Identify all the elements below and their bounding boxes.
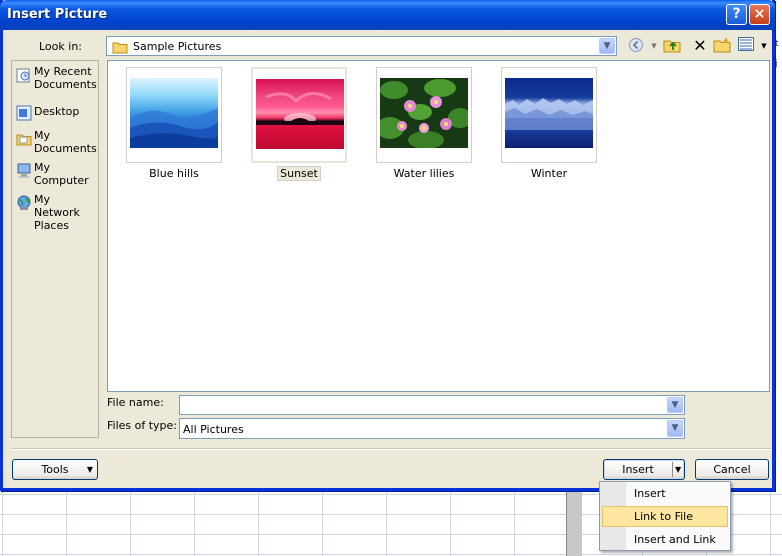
views-dropdown-icon[interactable]: ▼	[755, 37, 773, 55]
file-name-label: Winter	[530, 167, 568, 180]
recent-documents-icon	[16, 67, 32, 83]
winter-thumbnail	[505, 78, 593, 148]
new-folder-icon[interactable]	[713, 37, 731, 55]
blue-hills-thumbnail	[130, 78, 219, 148]
water-lilies-thumbnail	[376, 78, 472, 149]
look-in-value: Sample Pictures	[133, 40, 222, 53]
place-label: Desktop	[34, 105, 80, 118]
delete-icon[interactable]: ✕	[691, 37, 709, 55]
tools-button[interactable]: Tools ▼	[12, 459, 98, 480]
place-network-places[interactable]: My Network Places	[14, 193, 98, 232]
separator	[11, 448, 771, 450]
file-item-blue-hills[interactable]: Blue hills	[120, 67, 232, 187]
thumbnail-frame	[126, 67, 222, 163]
insert-picture-dialog: Insert Picture ? × Look in: Sample Pictu…	[0, 0, 775, 491]
dialog-toolbar: ▼ ✕ ▼	[625, 36, 773, 56]
back-dropdown-icon[interactable]: ▼	[645, 37, 663, 55]
file-item-sunset[interactable]: Sunset	[245, 67, 357, 187]
file-list[interactable]: Blue hills Sunset Water lilies Winter	[107, 60, 770, 392]
menu-item-insert-and-link[interactable]: Insert and Link	[602, 529, 728, 550]
files-of-type-label: Files of type:	[107, 419, 178, 432]
place-label: My Computer	[34, 161, 89, 187]
thumbnail-frame	[251, 67, 347, 163]
dialog-body: Look in: Sample Pictures ▼ ▼ ✕ ▼ My Rece…	[3, 30, 772, 488]
network-places-icon	[16, 195, 32, 211]
chevron-down-icon[interactable]: ▼	[667, 420, 683, 437]
insert-dropdown-arrow-icon[interactable]: ▼	[675, 460, 681, 479]
menu-item-insert[interactable]: Insert	[602, 483, 728, 504]
chevron-down-icon: ▼	[86, 465, 93, 474]
file-item-winter[interactable]: Winter	[495, 67, 607, 187]
thumbnail-frame	[376, 67, 472, 163]
look-in-label: Look in:	[39, 40, 82, 53]
file-name-label: Blue hills	[149, 167, 199, 180]
back-icon[interactable]	[627, 37, 645, 55]
files-of-type-value: All Pictures	[183, 423, 244, 436]
look-in-dropdown[interactable]: Sample Pictures ▼	[106, 36, 617, 56]
place-label: My Documents	[34, 129, 97, 155]
spreadsheet-scroll-strip	[566, 488, 582, 556]
cancel-button[interactable]: Cancel	[695, 459, 769, 480]
edge-text: j	[775, 59, 778, 69]
edge-text: t	[775, 39, 779, 49]
insert-options-menu: Insert Link to File Insert and Link	[599, 481, 731, 551]
dialog-title: Insert Picture	[7, 7, 108, 22]
views-icon[interactable]	[737, 37, 755, 55]
insert-button[interactable]: Insert ▼	[603, 459, 685, 480]
sunset-thumbnail	[256, 79, 344, 149]
up-one-level-icon[interactable]	[663, 37, 681, 55]
tools-button-label: Tools	[41, 463, 69, 476]
file-item-water-lilies[interactable]: Water lilies	[370, 67, 482, 187]
my-documents-icon	[16, 131, 32, 147]
place-my-documents[interactable]: My Documents	[14, 129, 98, 161]
places-bar: My Recent Documents Desktop My Documents…	[11, 60, 99, 438]
place-my-computer[interactable]: My Computer	[14, 161, 98, 193]
split-divider	[672, 462, 673, 477]
help-button[interactable]: ?	[726, 4, 747, 25]
menu-item-link-to-file[interactable]: Link to File	[602, 506, 728, 527]
folder-icon	[112, 40, 128, 57]
my-computer-icon	[16, 163, 32, 179]
close-button[interactable]: ×	[749, 4, 770, 25]
place-label: My Network Places	[34, 193, 80, 232]
file-name-label: Sunset	[245, 166, 353, 181]
file-name-label: File name:	[107, 396, 164, 409]
files-of-type-dropdown[interactable]: All Pictures ▼	[179, 418, 685, 439]
desktop-icon	[16, 105, 32, 121]
place-label: My Recent Documents	[34, 65, 97, 91]
chevron-down-icon[interactable]: ▼	[667, 397, 683, 413]
file-name-input[interactable]: ▼	[179, 395, 685, 415]
place-recent-documents[interactable]: My Recent Documents	[14, 65, 98, 97]
insert-button-label: Insert	[622, 463, 654, 476]
file-name-label: Water lilies	[393, 167, 455, 180]
title-bar[interactable]: Insert Picture ? ×	[0, 0, 775, 30]
chevron-down-icon[interactable]: ▼	[599, 38, 615, 54]
thumbnail-frame	[501, 67, 597, 163]
